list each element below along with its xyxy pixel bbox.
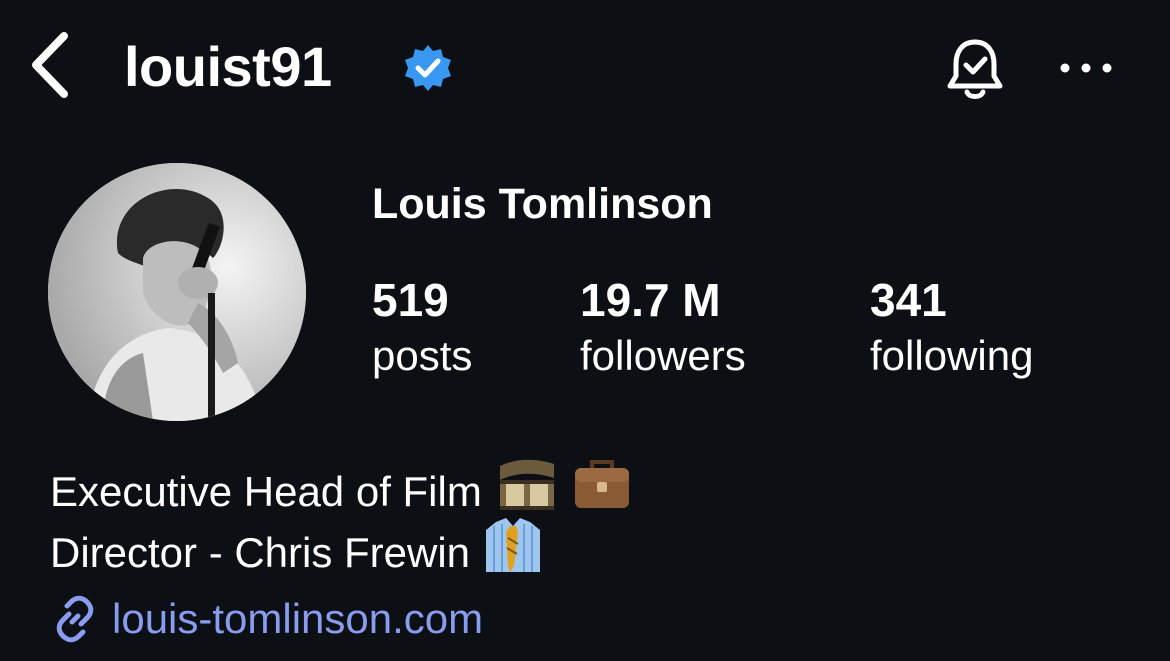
stat-following-label: following <box>870 332 1034 379</box>
stat-followers-label: followers <box>580 332 746 379</box>
bell-check-icon <box>947 39 1003 99</box>
stat-following-value: 341 <box>870 274 947 326</box>
verified-badge-icon <box>403 43 453 93</box>
profile-username: louist91 <box>124 35 332 98</box>
more-horizontal-icon <box>1060 63 1112 73</box>
stat-followers-value: 19.7 M <box>580 274 721 326</box>
briefcase-emoji <box>572 458 632 525</box>
more-options-button[interactable] <box>1056 48 1116 88</box>
chevron-left-icon <box>32 32 68 98</box>
profile-link[interactable]: louis-tomlinson.com <box>50 590 483 648</box>
bio-text-1: Executive Head of Film <box>50 467 482 515</box>
stat-posts-label: posts <box>372 332 473 379</box>
stat-posts[interactable]: 519 posts <box>372 272 472 384</box>
stat-following[interactable]: 341 following <box>870 272 1033 384</box>
link-text[interactable]: louis-tomlinson.com <box>112 590 483 648</box>
back-button[interactable] <box>22 28 78 102</box>
display-name: Louis Tomlinson <box>372 180 713 228</box>
shirt-tie-emoji <box>484 516 542 589</box>
stat-posts-value: 519 <box>372 274 449 326</box>
bio-line-2: Director - Chris Frewin <box>50 516 542 589</box>
avatar[interactable] <box>48 163 306 421</box>
stat-followers[interactable]: 19.7 M followers <box>580 272 746 384</box>
link-icon <box>56 595 94 643</box>
notifications-button[interactable] <box>940 34 1010 104</box>
bio-text-2: Director - Chris Frewin <box>50 528 471 576</box>
